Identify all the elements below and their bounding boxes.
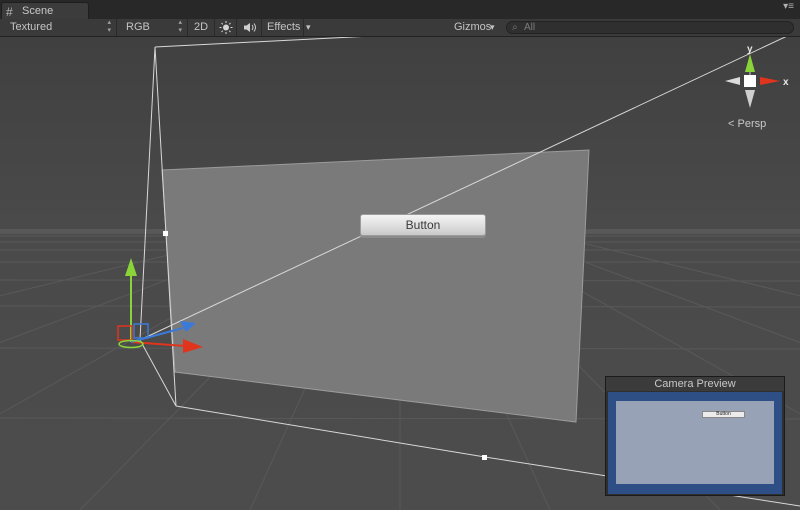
scene-window: # Scene ▾≡ Textured ▴ ▾ RGB ▴ ▾ 2D Effec… xyxy=(0,0,800,510)
x-axis-label: x xyxy=(783,77,789,88)
projection-toggle[interactable]: < Persp xyxy=(728,118,766,130)
updown-arrows-icon: ▴ ▾ xyxy=(107,19,111,34)
camera-preview-button: Button xyxy=(702,411,745,418)
render-mode-dropdown[interactable]: RGB ▴ ▾ xyxy=(117,19,188,36)
projection-label: Persp xyxy=(737,118,767,130)
camera-preview-frame: Button xyxy=(608,392,782,494)
effects-label: Effects xyxy=(267,21,301,33)
scene-search-input[interactable]: ⌕ All xyxy=(506,21,794,34)
gizmos-dropdown[interactable]: Gizmos ▾ xyxy=(450,19,504,36)
render-mode-value: RGB xyxy=(126,21,150,33)
y-axis-label: y xyxy=(747,44,753,55)
panel-menu-icon[interactable]: ▾≡ xyxy=(783,2,794,12)
draw-mode-value: Textured xyxy=(10,21,53,33)
2d-toggle-button[interactable]: 2D xyxy=(188,19,215,36)
camera-preview-title: Camera Preview xyxy=(606,377,784,391)
draw-mode-dropdown[interactable]: Textured ▴ ▾ xyxy=(0,19,117,36)
frustum-handle[interactable] xyxy=(163,231,168,236)
gizmos-label: Gizmos xyxy=(454,21,492,33)
orientation-center-cube[interactable] xyxy=(744,75,756,87)
speaker-icon xyxy=(244,23,256,32)
search-icon: ⌕ xyxy=(512,22,518,33)
camera-preview-panel: Camera Preview Button xyxy=(605,376,785,496)
tab-bar: # Scene ▾≡ xyxy=(0,0,800,20)
camera-preview-view: Button xyxy=(616,401,774,484)
updown-arrows-icon: ▴ ▾ xyxy=(178,19,182,34)
audio-toggle-button[interactable] xyxy=(237,19,262,36)
effects-dropdown-arrow-icon: ▾ xyxy=(303,19,311,36)
gizmos-dropdown-arrow-icon: ▾ xyxy=(490,22,495,32)
tab-scene-label: Scene xyxy=(22,5,54,17)
canvas-button[interactable]: Button xyxy=(360,214,486,236)
2d-toggle-label: 2D xyxy=(193,21,209,33)
sun-icon xyxy=(219,21,233,34)
tab-scene[interactable]: # Scene xyxy=(1,2,89,19)
effects-dropdown[interactable]: Effects ▾ xyxy=(262,19,313,36)
lighting-toggle-button[interactable] xyxy=(215,19,237,36)
search-placeholder: All xyxy=(524,22,536,33)
frustum-handle[interactable] xyxy=(482,455,487,460)
perspective-icon: < xyxy=(728,118,735,130)
